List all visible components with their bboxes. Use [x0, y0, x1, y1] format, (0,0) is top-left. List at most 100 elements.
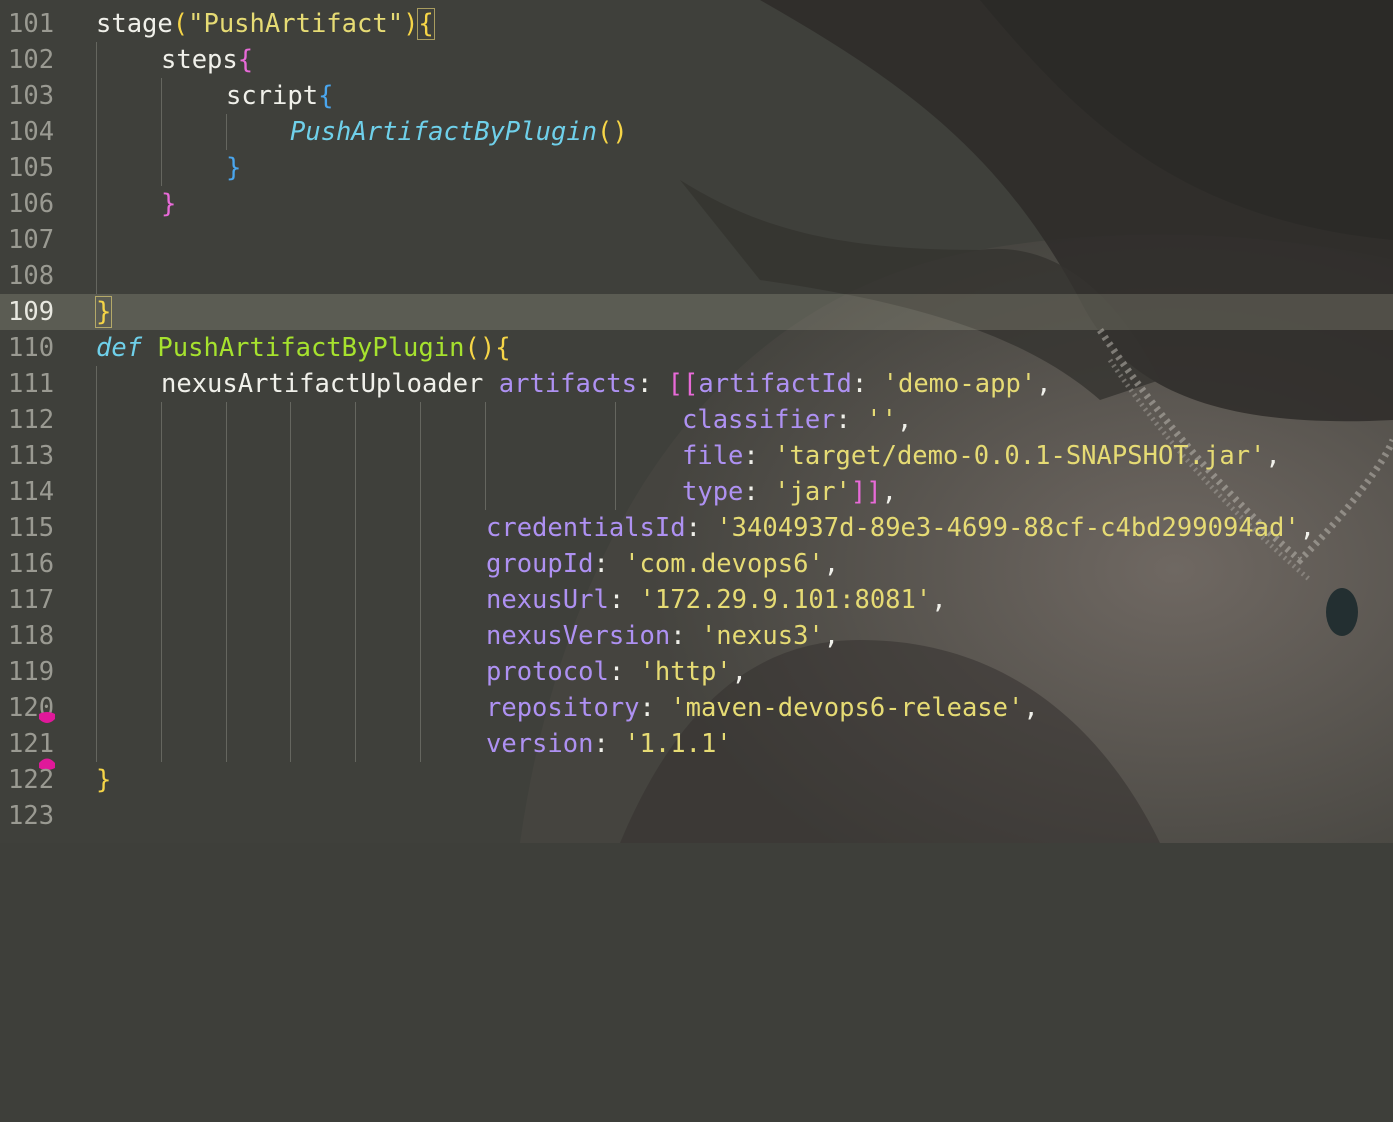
code-text: groupId: 'com.devops6',	[486, 546, 839, 582]
code-line-116[interactable]: 116 groupId: 'com.devops6',	[0, 546, 1393, 582]
bookmark-icon[interactable]	[38, 712, 56, 726]
file-key: file	[682, 441, 744, 471]
indent-guide	[96, 150, 97, 186]
indent-guide	[161, 618, 162, 654]
comma: ,	[1299, 513, 1316, 543]
indent-guide	[290, 510, 291, 546]
function-call: PushArtifactByPlugin	[290, 117, 598, 147]
indent-guide	[226, 546, 227, 582]
indent-guide	[226, 474, 227, 510]
indent-guide	[96, 258, 97, 294]
indent-guide	[226, 402, 227, 438]
comma: ,	[823, 549, 840, 579]
indent-guide	[355, 438, 356, 474]
list-bracket-close: ]]	[850, 477, 882, 507]
code-text: nexusUrl: '172.29.9.101:8081',	[486, 582, 947, 618]
indent-guide	[161, 546, 162, 582]
def-keyword: def	[96, 333, 143, 363]
colon: :	[670, 621, 701, 651]
code-text: stage("PushArtifact"){	[96, 6, 435, 42]
indent-guide	[420, 582, 421, 618]
indent-guide	[161, 438, 162, 474]
code-line-119[interactable]: 119 protocol: 'http',	[0, 654, 1393, 690]
code-text: PushArtifactByPlugin()	[290, 114, 628, 150]
code-line-115[interactable]: 115 credentialsId: '3404937d-89e3-4699-8…	[0, 510, 1393, 546]
indent-guide	[290, 618, 291, 654]
credentialsid-key: credentialsId	[486, 513, 686, 543]
function-name: PushArtifactByPlugin	[157, 333, 465, 363]
code-text: }	[94, 294, 113, 330]
line-number: 108	[8, 261, 55, 291]
paren: )	[403, 9, 419, 39]
nexusurl-value: '172.29.9.101:8081'	[639, 585, 932, 615]
indent-guide	[420, 510, 421, 546]
parens: ()	[597, 117, 628, 147]
code-text: type: 'jar']],	[682, 474, 897, 510]
brace-open: {	[318, 81, 334, 111]
indent-guide	[96, 114, 97, 150]
indent-guide	[96, 546, 97, 582]
code-line-108[interactable]: 108	[0, 258, 1393, 294]
code-line-111[interactable]: 111 nexusArtifactUploader artifacts: [[a…	[0, 366, 1393, 402]
code-line-101[interactable]: 101 stage("PushArtifact"){	[0, 6, 1393, 42]
code-line-122[interactable]: 122 }	[0, 762, 1393, 798]
indent-guide	[420, 690, 421, 726]
code-line-107[interactable]: 107	[0, 222, 1393, 258]
indent-guide	[96, 438, 97, 474]
code-line-118[interactable]: 118 nexusVersion: 'nexus3',	[0, 618, 1393, 654]
code-line-103[interactable]: 103 script{	[0, 78, 1393, 114]
brace-close: }	[96, 765, 112, 795]
colon: :	[743, 441, 775, 471]
steps-keyword: steps	[161, 45, 238, 75]
indent-guide	[96, 366, 97, 402]
indent-guide	[226, 654, 227, 690]
code-line-104[interactable]: 104 PushArtifactByPlugin()	[0, 114, 1393, 150]
code-line-113[interactable]: 113 file: 'target/demo-0.0.1-SNAPSHOT.ja…	[0, 438, 1393, 474]
line-number: 111	[8, 369, 55, 399]
groupid-key: groupId	[486, 549, 594, 579]
code-text: script{	[226, 78, 333, 114]
indent-guide	[290, 474, 291, 510]
code-text: }	[226, 150, 241, 186]
line-number: 118	[8, 621, 55, 651]
line-number: 116	[8, 549, 55, 579]
code-line-112[interactable]: 112 classifier: '',	[0, 402, 1393, 438]
code-line-110[interactable]: 110 def PushArtifactByPlugin(){	[0, 330, 1393, 366]
line-number: 107	[8, 225, 55, 255]
code-text: nexusArtifactUploader artifacts: [[artif…	[161, 366, 1052, 402]
indent-guide	[226, 618, 227, 654]
indent-guide	[226, 690, 227, 726]
colon: :	[608, 657, 640, 687]
code-text: }	[96, 762, 111, 798]
comma: ,	[1265, 441, 1281, 471]
code-editor[interactable]: 101 stage("PushArtifact"){ 102 steps{ 10…	[0, 6, 1393, 834]
code-line-117[interactable]: 117 nexusUrl: '172.29.9.101:8081',	[0, 582, 1393, 618]
code-line-120[interactable]: 120 repository: 'maven-devops6-release',	[0, 690, 1393, 726]
code-line-121[interactable]: 121 version: '1.1.1'	[0, 726, 1393, 770]
line-number: 114	[8, 477, 55, 507]
version-key: version	[486, 729, 594, 759]
indent-guide	[96, 186, 97, 222]
line-number: 110	[8, 333, 55, 363]
indent-guide	[96, 618, 97, 654]
indent-guide	[96, 654, 97, 690]
colon: :	[743, 477, 775, 507]
line-number: 105	[8, 153, 55, 183]
colon: :	[593, 549, 625, 579]
file-value: 'target/demo-0.0.1-SNAPSHOT.jar'	[774, 441, 1266, 471]
colon: :	[639, 693, 671, 723]
classifier-value: ''	[866, 405, 897, 435]
brace-close: }	[94, 296, 113, 328]
nexusversion-key: nexusVersion	[486, 621, 671, 651]
indent-guide	[420, 654, 421, 690]
code-line-114[interactable]: 114 type: 'jar']],	[0, 474, 1393, 510]
code-line-123[interactable]: 123	[0, 798, 1393, 834]
code-line-106[interactable]: 106 }	[0, 186, 1393, 222]
code-line-109-current[interactable]: 109 }	[0, 294, 1393, 330]
indent-guide	[96, 510, 97, 546]
line-number: 102	[8, 45, 55, 75]
credentialsid-value: '3404937d-89e3-4699-88cf-c4bd299094ad'	[716, 513, 1300, 543]
code-line-105[interactable]: 105 }	[0, 150, 1393, 186]
code-line-102[interactable]: 102 steps{	[0, 42, 1393, 78]
comma: ,	[1036, 369, 1052, 399]
